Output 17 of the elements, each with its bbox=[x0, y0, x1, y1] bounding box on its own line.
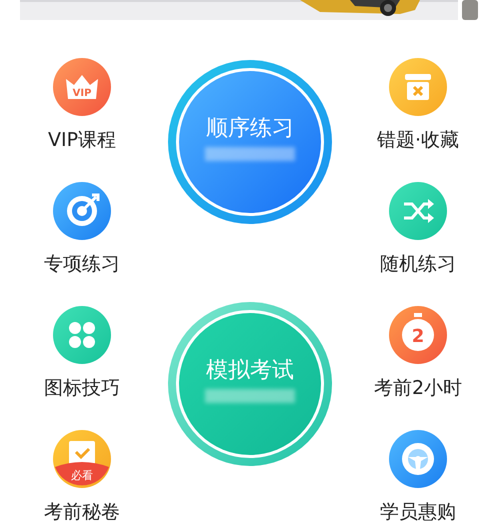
icon-label: 必看 bbox=[71, 469, 93, 482]
menu-label[interactable]: VIP课程 bbox=[48, 128, 116, 152]
menu-label[interactable]: 随机练习 bbox=[380, 252, 456, 276]
menu-label[interactable]: 图标技巧 bbox=[44, 376, 120, 400]
menu-label[interactable]: 错题·收藏 bbox=[376, 128, 460, 152]
icon-label: 2 bbox=[412, 326, 424, 347]
trash-box-icon[interactable] bbox=[389, 58, 447, 116]
menu-label[interactable]: 考前2小时 bbox=[374, 376, 462, 400]
menu-label[interactable]: 专项练习 bbox=[44, 252, 120, 276]
menu-label[interactable]: 考前秘卷 bbox=[44, 500, 120, 524]
checklist-icon[interactable]: 必看 bbox=[53, 430, 111, 488]
steering-wheel-icon[interactable] bbox=[389, 430, 447, 488]
menu-label[interactable]: 学员惠购 bbox=[380, 500, 456, 524]
four-dots-icon[interactable] bbox=[53, 306, 111, 364]
target-icon[interactable] bbox=[53, 182, 111, 240]
icon-label: VIP bbox=[72, 88, 92, 99]
shuffle-icon[interactable] bbox=[389, 182, 447, 240]
